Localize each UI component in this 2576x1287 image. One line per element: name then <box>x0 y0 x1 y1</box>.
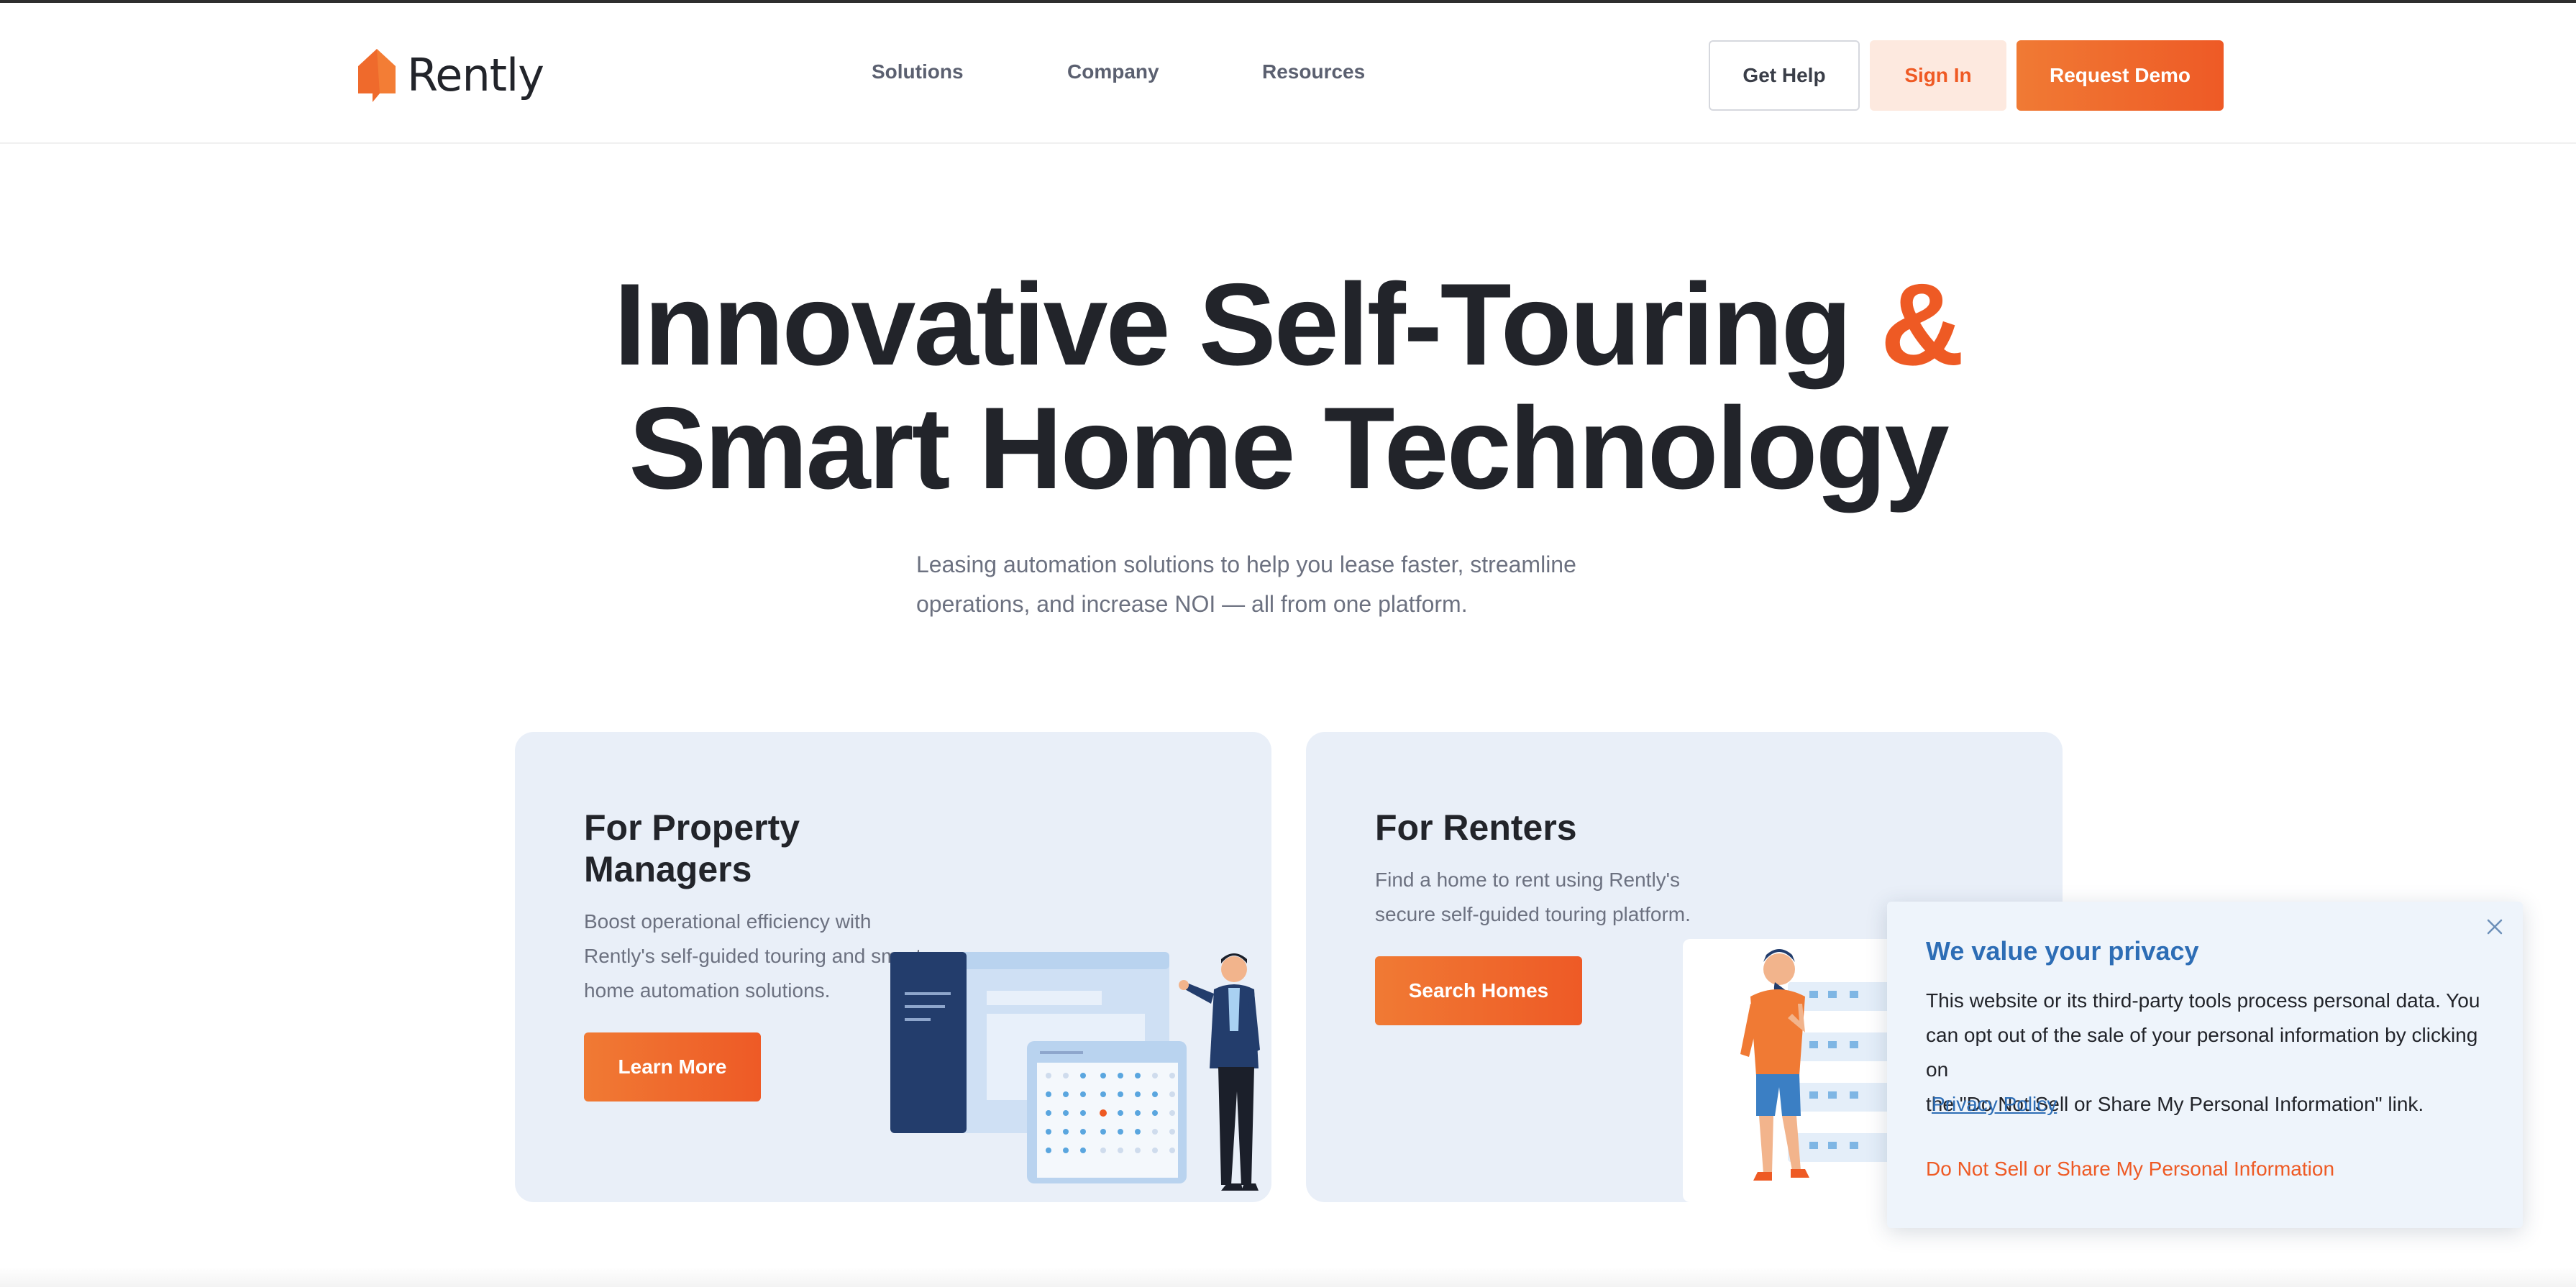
rently-logo[interactable]: Rently <box>355 45 544 105</box>
pm-card-desc-line3: home automation solutions. <box>584 979 831 1002</box>
logo-text: Rently <box>407 48 544 101</box>
sign-in-button[interactable]: Sign In <box>1870 40 2006 111</box>
hero-title-line1: Innovative Self-Touring & <box>0 263 2576 387</box>
nav-resources[interactable]: Resources <box>1262 60 1365 83</box>
property-manager-illustration <box>890 952 1260 1191</box>
hero-title-line2: Smart Home Technology <box>629 383 1949 513</box>
request-demo-button[interactable]: Request Demo <box>2017 40 2224 111</box>
renters-card-title: For Renters <box>1375 807 1577 848</box>
nav-solutions[interactable]: Solutions <box>872 60 964 83</box>
close-icon[interactable] <box>2483 915 2507 939</box>
hero-title-text: Innovative Self-Touring <box>613 260 1852 390</box>
search-homes-button[interactable]: Search Homes <box>1375 956 1582 1025</box>
property-managers-card: For Property Managers Boost operational … <box>515 732 1271 1202</box>
privacy-popup: We value your privacy This website or it… <box>1887 902 2523 1228</box>
pm-card-desc-line1: Boost operational efficiency with <box>584 910 872 933</box>
do-not-sell-link[interactable]: Do Not Sell or Share My Personal Informa… <box>1926 1152 2334 1186</box>
bottom-shadow <box>0 1267 2576 1287</box>
site-header: Rently Solutions Company Resources Get H… <box>0 3 2576 144</box>
hero-subtitle-line1: Leasing automation solutions to help you… <box>916 551 1576 577</box>
pm-card-desc-line2: Rently's self-guided touring and smart <box>584 945 922 967</box>
pm-card-title-line1: For Property <box>584 807 800 848</box>
privacy-title: We value your privacy <box>1926 936 2199 966</box>
privacy-policy-link[interactable]: Privacy Policy <box>1932 1087 2057 1122</box>
renters-card-desc-line2: secure self-guided touring platform. <box>1375 903 1691 925</box>
privacy-body-line1: This website or its third-party tools pr… <box>1926 989 2480 1012</box>
hero-title-ampersand: & <box>1880 260 1965 390</box>
hero-subtitle-line2: operations, and increase NOI — all from … <box>916 591 1468 617</box>
privacy-body-line2: can opt out of the sale of your personal… <box>1926 1024 2478 1081</box>
house-logo-icon <box>358 49 396 102</box>
get-help-button[interactable]: Get Help <box>1709 40 1860 111</box>
learn-more-button[interactable]: Learn More <box>584 1032 761 1101</box>
renters-card-desc-line1: Find a home to rent using Rently's <box>1375 869 1681 891</box>
pm-card-title-line2: Managers <box>584 849 752 889</box>
nav-company[interactable]: Company <box>1067 60 1159 83</box>
